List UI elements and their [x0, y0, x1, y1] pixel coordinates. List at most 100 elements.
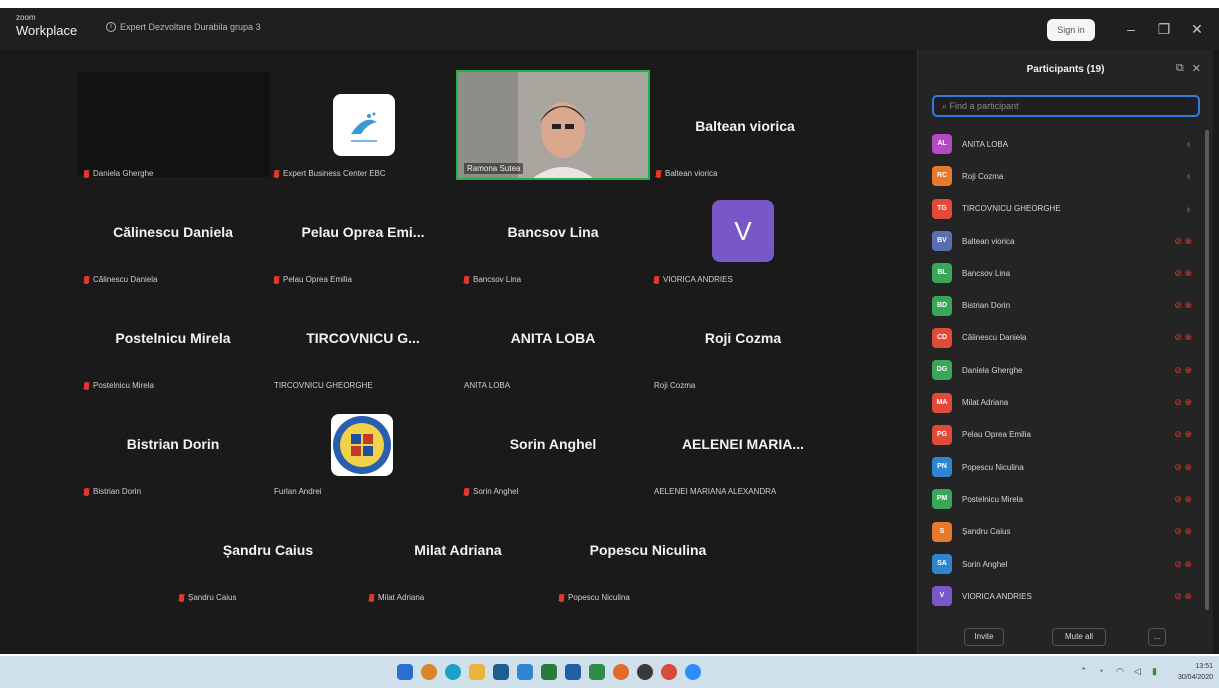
participant-row[interactable]: AL ANITA LOBA ♁ [918, 128, 1214, 160]
participant-tile[interactable]: AELENEI MARIA... AELENEI MARIANA ALEXAND… [648, 390, 838, 496]
mic-muted-icon[interactable]: ⊘ ⊗ [1174, 365, 1192, 376]
participant-name: Baltean viorica [962, 236, 1015, 246]
participant-tile[interactable]: Milat Adriana Milat Adriana [363, 496, 553, 602]
participant-list-scrollbar[interactable] [1205, 130, 1209, 610]
minimize-icon[interactable]: – [1122, 20, 1140, 38]
brand-name: Workplace [16, 23, 78, 38]
participant-row[interactable]: RC Roji Cozma ♁ [918, 160, 1214, 192]
firefox-icon[interactable] [613, 664, 629, 680]
participant-tile[interactable]: Furlan Andrei [268, 390, 458, 496]
participant-tile[interactable]: Expert Business Center EBC [268, 72, 458, 178]
mic-muted-icon[interactable]: ⊘ ⊗ [1174, 591, 1192, 602]
active-speaker-video[interactable]: Ramona Sutea [456, 70, 650, 180]
participant-tile[interactable]: Bistrian Dorin Bistrian Dorin [78, 390, 268, 496]
participant-row[interactable]: DG Daniela Gherghe ⊘ ⊗ [918, 354, 1214, 386]
mic-muted-icon[interactable]: ⊘ ⊗ [1174, 429, 1192, 440]
more-options-button[interactable]: ... [1148, 628, 1166, 646]
pop-out-icon[interactable]: ⧉ [1176, 62, 1184, 75]
system-clock[interactable]: 13:51 30/04/2020 [1178, 661, 1213, 683]
mic-muted-icon[interactable]: ⊘ ⊗ [1174, 494, 1192, 505]
participant-tile[interactable]: Roji Cozma Roji Cozma [648, 284, 838, 390]
mic-muted-icon [84, 487, 89, 496]
participant-row[interactable]: V VIORICA ANDRIES ⊘ ⊗ [918, 580, 1214, 612]
zoom-taskbar-icon[interactable] [685, 664, 701, 680]
participant-tile[interactable]: Baltean viorica Baltean viorica [650, 72, 840, 178]
edge-browser-icon[interactable] [445, 664, 461, 680]
participant-row[interactable]: MA Milat Adriana ⊘ ⊗ [918, 386, 1214, 418]
obs-icon[interactable] [637, 664, 653, 680]
mic-on-icon[interactable]: ♁ [1185, 139, 1192, 149]
participant-tile[interactable]: Postelnicu Mirela Postelnicu Mirela [78, 284, 268, 390]
avatar: S [932, 521, 952, 542]
avatar: PN [932, 457, 952, 478]
search-placeholder: Find a participant [949, 101, 1019, 111]
participant-row[interactable]: TG TIRCOVNICU GHEORGHE ♁ [918, 193, 1214, 225]
tile-display-name: Bancsov Lina [507, 224, 599, 240]
close-icon[interactable]: ✕ [1188, 20, 1206, 38]
participant-row[interactable]: BD Bistrian Dorin ⊘ ⊗ [918, 289, 1214, 321]
participant-row[interactable]: PM Postelnicu Mirela ⊘ ⊗ [918, 483, 1214, 515]
photos-icon[interactable] [541, 664, 557, 680]
mail-icon[interactable] [517, 664, 533, 680]
participant-tile[interactable]: Daniela Gherghe [78, 72, 268, 178]
clock-time: 13:51 [1195, 663, 1213, 670]
meeting-info[interactable]: i Expert Dezvoltare Durabila grupa 3 [106, 22, 261, 32]
participant-tile[interactable]: Călinescu Daniela Călinescu Daniela [78, 178, 268, 284]
widgets-icon[interactable] [421, 664, 437, 680]
panel-controls: ⧉ ✕ [1176, 62, 1201, 75]
volume-icon[interactable]: ◁ [1134, 666, 1141, 677]
windows-start-icon[interactable] [397, 664, 413, 680]
sign-in-button[interactable]: Sign in [1047, 19, 1095, 41]
battery-icon[interactable]: ▮ [1152, 666, 1157, 677]
mic-muted-icon[interactable]: ⊘ ⊗ [1174, 559, 1192, 570]
avatar: BD [932, 295, 952, 316]
participant-name: Popescu Niculina [962, 462, 1024, 472]
panel-title: Participants (19) [1026, 64, 1105, 75]
mic-muted-icon[interactable]: ⊘ ⊗ [1174, 526, 1192, 537]
participant-row[interactable]: BV Baltean viorica ⊘ ⊗ [918, 225, 1214, 257]
participant-tile[interactable]: VIORICA ANDRIES [648, 178, 838, 284]
participant-tile[interactable]: Șandru Caius Șandru Caius [173, 496, 363, 602]
mic-muted-icon[interactable]: ⊘ ⊗ [1174, 268, 1192, 279]
participant-row[interactable]: PG Pelau Oprea Emilia ⊘ ⊗ [918, 419, 1214, 451]
participant-tile[interactable]: ANITA LOBA ANITA LOBA [458, 284, 648, 390]
network-icon[interactable]: ◔ [1098, 666, 1103, 676]
participant-tile[interactable]: Pelau Oprea Emi... Pelau Oprea Emilia [268, 178, 458, 284]
participant-tile[interactable]: Bancsov Lina Bancsov Lina [458, 178, 648, 284]
participant-tile[interactable]: TIRCOVNICU G... TIRCOVNICU GHEORGHE [268, 284, 458, 390]
mic-muted-icon[interactable]: ⊘ ⊗ [1174, 397, 1192, 408]
chevron-up-icon[interactable]: ⌃ [1080, 666, 1088, 677]
participant-name: Șandru Caius [962, 527, 1011, 537]
participant-tile[interactable]: Popescu Niculina Popescu Niculina [553, 496, 743, 602]
participant-row[interactable]: BL Bancsov Lina ⊘ ⊗ [918, 257, 1214, 289]
mic-muted-icon[interactable]: ⊘ ⊗ [1174, 300, 1192, 311]
participant-row[interactable]: PN Popescu Niculina ⊘ ⊗ [918, 451, 1214, 483]
restore-icon[interactable]: ❐ [1155, 20, 1173, 38]
participant-name: Bancsov Lina [962, 268, 1011, 278]
mic-muted-icon[interactable]: ⊘ ⊗ [1174, 332, 1192, 343]
tile-label: Călinescu Daniela [84, 275, 157, 284]
close-panel-icon[interactable]: ✕ [1192, 62, 1201, 75]
participant-row[interactable]: CD Călinescu Daniela ⊘ ⊗ [918, 322, 1214, 354]
participant-search-input[interactable]: ⌕ Find a participant [932, 95, 1200, 117]
participant-row[interactable]: SA Sorin Anghel ⊘ ⊗ [918, 548, 1214, 580]
avatar: AL [932, 134, 952, 155]
mic-muted-icon[interactable]: ⊘ ⊗ [1174, 462, 1192, 473]
file-explorer-icon[interactable] [469, 664, 485, 680]
word-icon[interactable] [565, 664, 581, 680]
mic-on-icon[interactable]: ♁ [1185, 204, 1192, 214]
avatar: CD [932, 327, 952, 348]
mic-muted-icon[interactable]: ⊘ ⊗ [1174, 236, 1192, 247]
wifi-icon[interactable]: ◠ [1116, 666, 1124, 677]
participant-row[interactable]: S Șandru Caius ⊘ ⊗ [918, 516, 1214, 548]
participant-name: Sorin Anghel [962, 559, 1008, 569]
mic-muted-icon [464, 275, 469, 284]
mic-on-icon[interactable]: ♁ [1185, 171, 1192, 181]
chrome-icon[interactable] [661, 664, 677, 680]
participant-tile[interactable]: Sorin Anghel Sorin Anghel [458, 390, 648, 496]
excel-icon[interactable] [589, 664, 605, 680]
store-icon[interactable] [493, 664, 509, 680]
mute-all-button[interactable]: Mute all [1052, 628, 1106, 646]
info-icon[interactable]: i [106, 22, 116, 32]
invite-button[interactable]: Invite [964, 628, 1004, 646]
